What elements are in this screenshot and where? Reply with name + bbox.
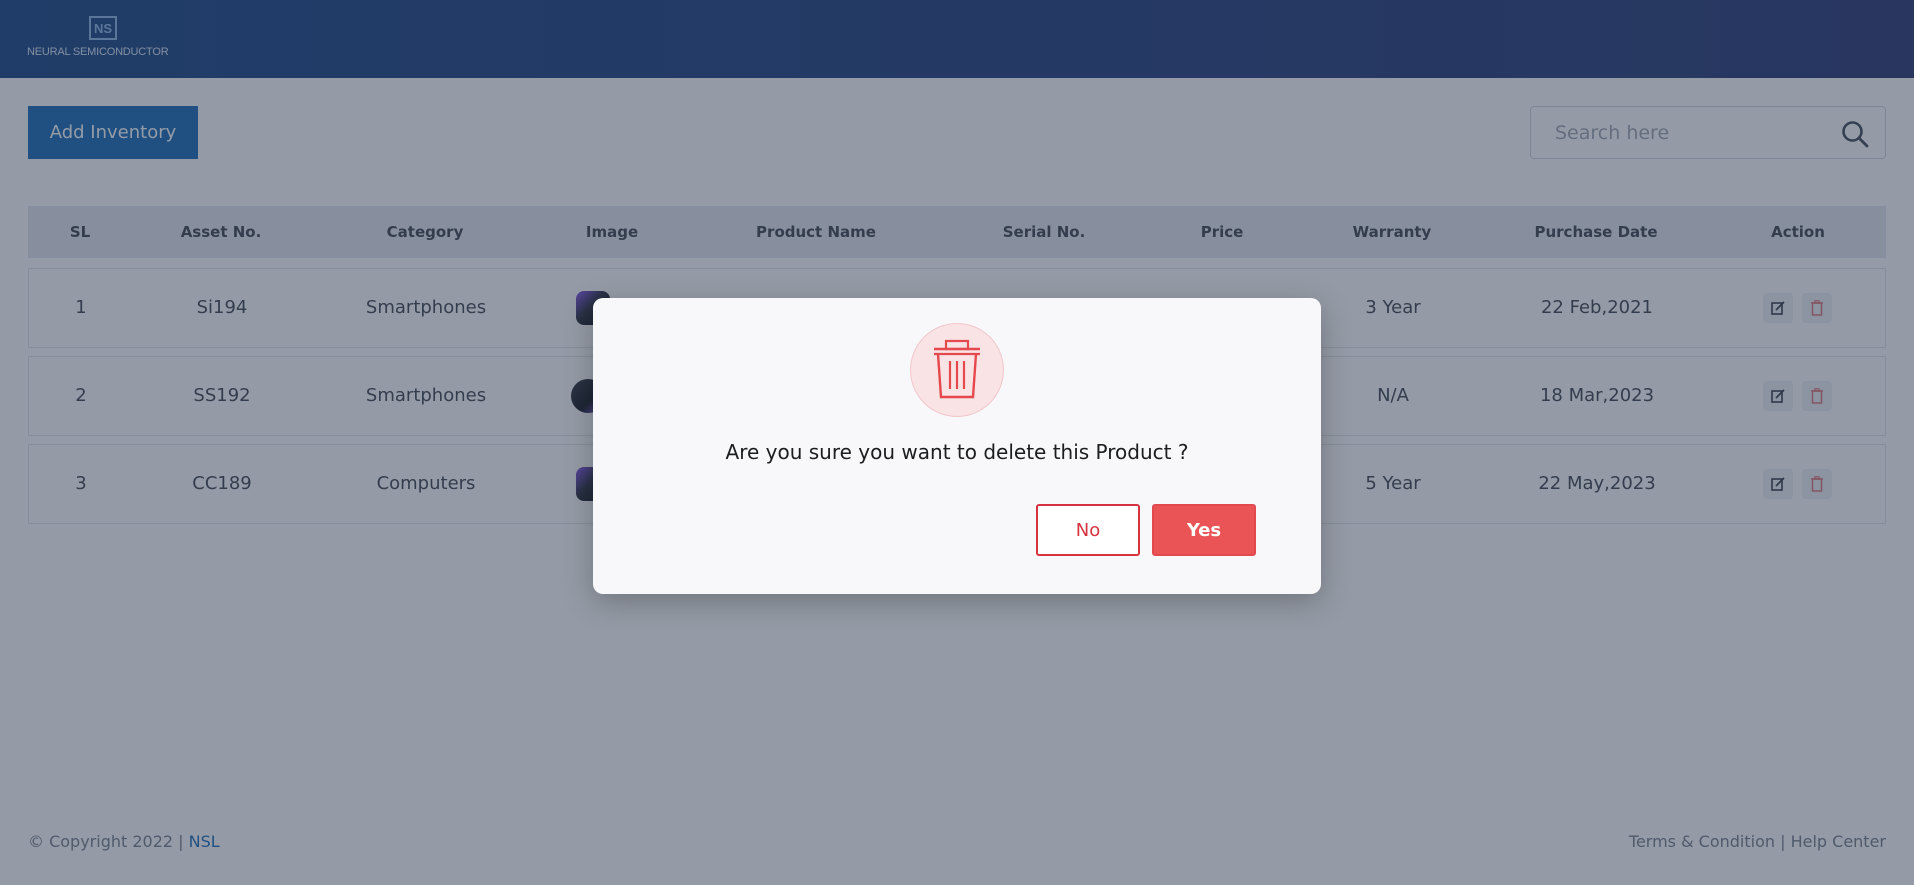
trash-icon [934,339,980,399]
delete-icon-badge [910,323,1004,417]
dialog-message: Are you sure you want to delete this Pro… [725,440,1189,464]
yes-button[interactable]: Yes [1152,504,1256,556]
delete-confirm-dialog: Are you sure you want to delete this Pro… [593,298,1321,594]
no-button[interactable]: No [1036,504,1140,556]
